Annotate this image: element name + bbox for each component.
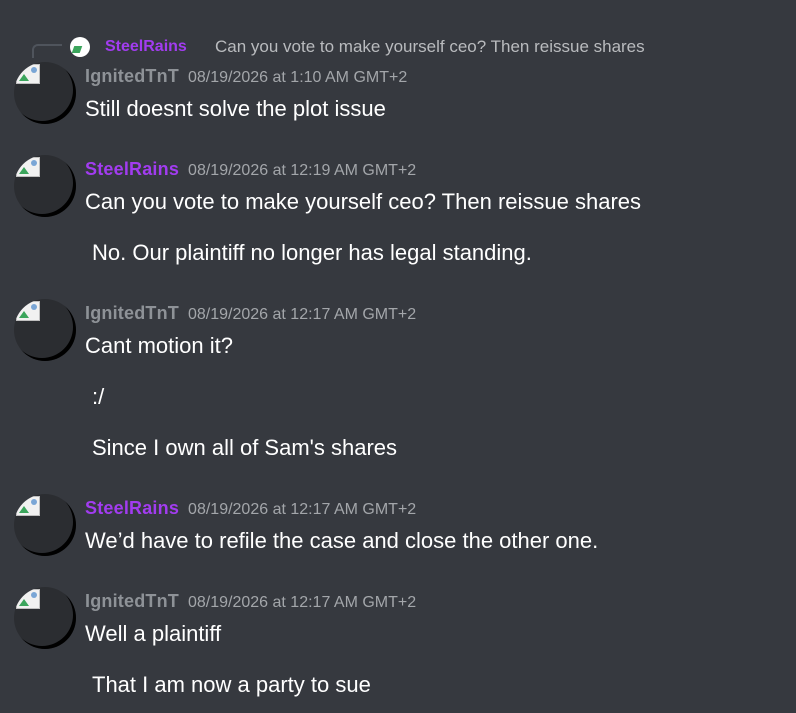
reply-reference[interactable]: SteelRains Can you vote to make yourself…: [32, 36, 732, 58]
message-header: SteelRains 08/19/2026 at 12:19 AM GMT+2: [85, 157, 416, 181]
message-author[interactable]: SteelRains: [85, 159, 179, 179]
message-text: We’d have to refile the case and close t…: [85, 528, 599, 553]
message-text: :/: [92, 384, 105, 409]
avatar[interactable]: [14, 62, 76, 124]
avatar-image-icon: [16, 496, 40, 516]
message-timestamp[interactable]: 08/19/2026 at 1:10 AM GMT+2: [188, 69, 407, 86]
message-header: IgnitedTnT 08/19/2026 at 12:17 AM GMT+2: [85, 301, 416, 325]
reply-spine-icon: [32, 44, 62, 58]
message-header: IgnitedTnT 08/19/2026 at 12:17 AM GMT+2: [85, 589, 416, 613]
message-text: Since I own all of Sam's shares: [92, 435, 398, 460]
avatar-image-icon: [16, 589, 40, 609]
avatar-image-icon: [16, 64, 40, 84]
message-author[interactable]: IgnitedTnT: [85, 303, 179, 323]
message-text: Cant motion it?: [85, 333, 233, 358]
avatar-image-icon: [16, 301, 40, 321]
message-text: No. Our plaintiff no longer has legal st…: [92, 240, 532, 265]
reply-text[interactable]: Can you vote to make yourself ceo? Then …: [215, 37, 645, 57]
message-author[interactable]: IgnitedTnT: [85, 591, 179, 611]
reply-author[interactable]: SteelRains: [105, 37, 187, 57]
message-timestamp[interactable]: 08/19/2026 at 12:19 AM GMT+2: [188, 162, 416, 179]
message-text: Well a plaintiff: [85, 621, 222, 646]
message-author[interactable]: SteelRains: [85, 498, 179, 518]
avatar[interactable]: [14, 299, 76, 361]
avatar-image-icon: [16, 157, 40, 177]
message-timestamp[interactable]: 08/19/2026 at 12:17 AM GMT+2: [188, 594, 416, 611]
message-author[interactable]: IgnitedTnT: [85, 66, 179, 86]
message-text: Can you vote to make yourself ceo? Then …: [85, 189, 642, 214]
reply-avatar[interactable]: [70, 37, 90, 57]
avatar[interactable]: [14, 494, 76, 556]
message-text: Still doesnt solve the plot issue: [85, 96, 386, 121]
message-header: IgnitedTnT 08/19/2026 at 1:10 AM GMT+2: [85, 64, 407, 88]
avatar[interactable]: [14, 587, 76, 649]
message-timestamp[interactable]: 08/19/2026 at 12:17 AM GMT+2: [188, 501, 416, 518]
message-timestamp[interactable]: 08/19/2026 at 12:17 AM GMT+2: [188, 306, 416, 323]
avatar[interactable]: [14, 155, 76, 217]
message-header: SteelRains 08/19/2026 at 12:17 AM GMT+2: [85, 496, 416, 520]
message-text: That I am now a party to sue: [92, 672, 371, 697]
